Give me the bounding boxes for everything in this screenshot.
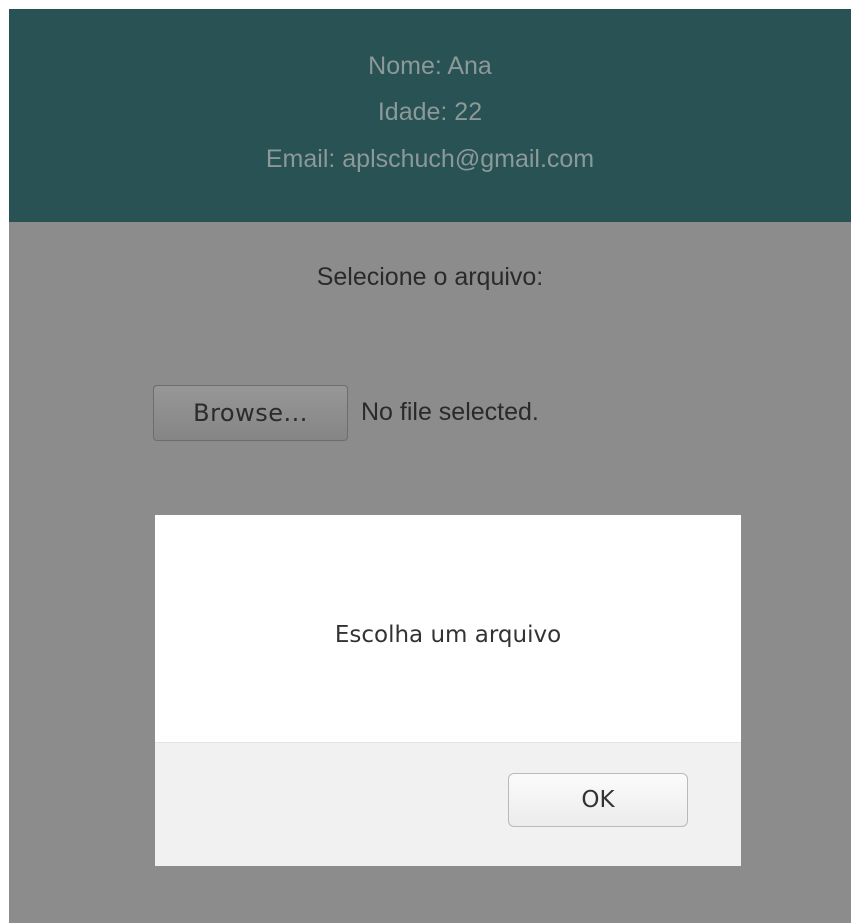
profile-email: Email: aplschuch@gmail.com	[265, 145, 595, 173]
profile-header: Nome: Ana Idade: 22 Email: aplschuch@gma…	[9, 9, 851, 222]
alert-dialog: Escolha um arquivo OK	[155, 515, 741, 866]
dialog-body: Escolha um arquivo	[155, 515, 741, 742]
page-frame: Nome: Ana Idade: 22 Email: aplschuch@gma…	[9, 9, 851, 923]
dialog-message: Escolha um arquivo	[334, 622, 562, 648]
file-select-prompt: Selecione o arquivo:	[316, 263, 544, 291]
profile-name: Nome: Ana	[368, 52, 492, 80]
ok-button[interactable]: OK	[508, 773, 688, 827]
browse-button[interactable]: Browse...	[153, 385, 348, 441]
dialog-footer: OK	[155, 742, 741, 866]
profile-age: Idade: 22	[377, 98, 483, 126]
file-status-text: No file selected.	[361, 398, 539, 426]
